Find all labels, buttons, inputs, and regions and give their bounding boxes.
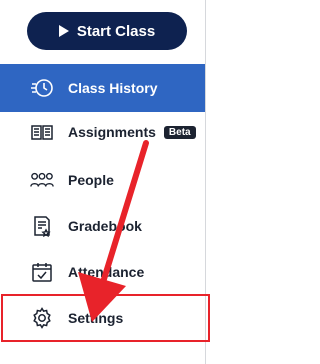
attendance-icon	[30, 260, 54, 284]
assignments-icon	[30, 120, 54, 144]
sidebar-item-assignments[interactable]: Assignments Beta	[0, 108, 205, 156]
sidebar-item-settings[interactable]: Settings	[0, 294, 205, 342]
class-history-icon	[30, 76, 54, 100]
sidebar-item-label: Attendance	[68, 264, 145, 280]
sidebar-item-label: Settings	[68, 310, 124, 326]
sidebar-item-class-history[interactable]: Class History	[0, 64, 205, 112]
sidebar-item-attendance[interactable]: Attendance	[0, 248, 205, 296]
sidebar-divider	[205, 0, 206, 364]
start-class-button[interactable]: Start Class	[27, 12, 187, 50]
play-icon	[58, 25, 69, 37]
gradebook-icon	[30, 214, 54, 238]
gear-icon	[30, 306, 54, 330]
sidebar-item-label: Gradebook	[68, 218, 142, 234]
sidebar-item-gradebook[interactable]: Gradebook	[0, 202, 205, 250]
sidebar-item-label: Class History	[68, 80, 158, 96]
sidebar-item-label: People	[68, 172, 114, 188]
start-class-label: Start Class	[76, 22, 156, 40]
sidebar-item-label: Assignments	[68, 124, 156, 140]
sidebar-item-people[interactable]: People	[0, 156, 205, 204]
sidebar: Start Class Class History Assignments Be…	[0, 0, 214, 364]
people-icon	[30, 168, 54, 192]
beta-badge: Beta	[163, 125, 196, 139]
